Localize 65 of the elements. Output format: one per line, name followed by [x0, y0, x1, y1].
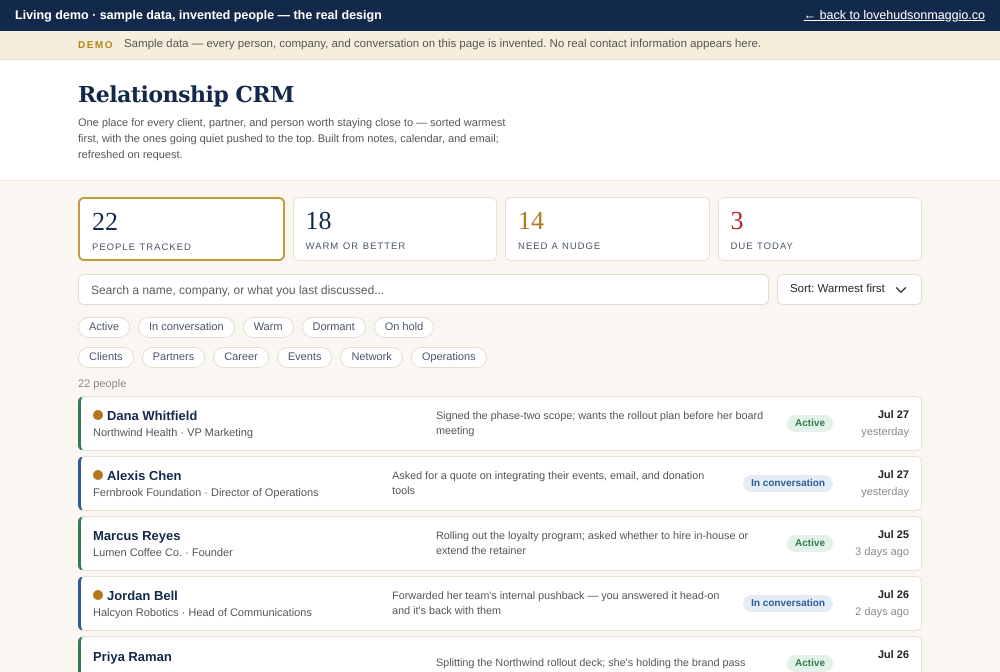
filter-chip[interactable]: Partners	[142, 347, 206, 368]
page-title: Relationship CRM	[78, 82, 296, 108]
stat-card[interactable]: 22 PEOPLE TRACKED	[78, 197, 284, 262]
filter-chip[interactable]: Career	[213, 347, 269, 368]
person-row[interactable]: Alexis Chen Fernbrook Foundation · Director of Operations Asked for a quote on integrating their events, email, and donation tools In conversation Jul 27 yesterday	[78, 456, 922, 512]
filter-chip[interactable]: Operations	[410, 347, 487, 368]
top-bar-title: Living demo · sample data, invented people — the real design	[15, 7, 382, 24]
filter-chip[interactable]: On hold	[374, 317, 434, 338]
stat-value: 18	[306, 208, 332, 234]
stat-label: WARM OR BETTER	[306, 240, 408, 254]
stat-label: DUE TODAY	[730, 240, 795, 254]
filter-chip[interactable]: Dormant	[302, 317, 366, 338]
filter-chip[interactable]: Events	[276, 347, 332, 368]
person-row[interactable]: Jordan Bell Halcyon Robotics · Head of Communications Forwarded her team's internal pushback — you answered it head-on and it's back with them In conversation Jul 26 2 days ago	[78, 576, 922, 632]
search-field[interactable]: Search a name, company, or what you last discussed...	[78, 274, 769, 306]
filter-chip[interactable]: Warm	[242, 317, 294, 338]
stat-label: PEOPLE TRACKED	[92, 241, 193, 256]
last-note: Signed the phase-two scope; wants the rollout plan before her board meeting	[436, 408, 764, 439]
person-row[interactable]: Marcus Reyes Lumen Coffee Co. · Founder Rolling out the loyalty program; asked whether to hire in-house or extend the retainer Active Jul 25 3 days ago	[78, 516, 922, 572]
person-name: Priya Raman	[93, 648, 172, 666]
contact-date: Jul 26	[876, 648, 909, 663]
contact-date: Jul 27	[876, 408, 909, 424]
stat-value: 22	[92, 209, 119, 236]
last-note: Asked for a quote on integrating their events, email, and donation tools	[392, 468, 706, 499]
stat-card[interactable]: 3 DUE TODAY	[718, 197, 922, 262]
person-name: Alexis Chen	[107, 466, 182, 485]
contact-ago: yesterday	[860, 484, 909, 500]
status-badge: Active	[786, 535, 833, 552]
last-note: Splitting the Northwind rollout deck; she's holding the brand pass	[436, 656, 746, 672]
last-note: Forwarded her team's internal pushback — you answered it head-on and it's back with them	[392, 588, 720, 619]
contact-date: Jul 25	[876, 528, 909, 544]
person-subtitle: Northwind Health · VP Marketing	[93, 426, 254, 442]
filter-chip[interactable]: Clients	[78, 347, 134, 368]
contact-ago: 2 days ago	[854, 604, 909, 620]
sort-select[interactable]: Sort: Warmest first	[777, 274, 922, 306]
filter-chip[interactable]: Active	[78, 317, 130, 338]
contact-date: Jul 26	[876, 588, 909, 604]
stat-card[interactable]: 18 WARM OR BETTER	[292, 197, 497, 262]
filter-chip[interactable]: In conversation	[138, 317, 235, 338]
contact-ago: 3 days ago	[854, 544, 909, 560]
person-subtitle: Fernbrook Foundation · Director of Operations	[93, 486, 320, 502]
stat-card[interactable]: 14 NEED A NUDGE	[505, 197, 710, 262]
status-badge: In conversation	[743, 595, 833, 612]
person-subtitle: Lumen Coffee Co. · Founder	[93, 546, 234, 562]
stat-value: 3	[730, 208, 744, 234]
status-badge: Active	[786, 415, 833, 432]
back-link[interactable]: ← back to lovehudsonmaggio.co	[804, 6, 985, 25]
page-description: One place for every client, partner, and person worth staying close to — sorted warmest first, with the ones going quiet pushed to the top. Built from notes, calendar, and email; refreshed on request.	[78, 116, 506, 164]
notice-text: Sample data — every person, company, and conversation on this page is invented. No real contact information appears here.	[124, 37, 762, 52]
person-row[interactable]: Priya Raman Splitting the Northwind rollout deck; she's holding the brand pass Active Jul 26	[78, 636, 922, 672]
status-badge: In conversation	[743, 475, 833, 492]
person-subtitle: Halcyon Robotics · Head of Communications	[93, 606, 313, 622]
demo-tag: DEMO	[78, 38, 114, 52]
contact-ago: yesterday	[860, 424, 909, 440]
contact-date: Jul 27	[876, 468, 909, 484]
people-count: 22 people	[78, 377, 128, 392]
person-name: Marcus Reyes	[93, 526, 180, 545]
last-note: Rolling out the loyalty program; asked whether to hire in-house or extend the retainer	[436, 528, 750, 559]
person-name: Dana Whitfield	[107, 406, 198, 425]
stat-value: 14	[518, 208, 545, 234]
filter-chip[interactable]: Network	[340, 347, 403, 368]
person-row[interactable]: Dana Whitfield Northwind Health · VP Marketing Signed the phase-two scope; wants the rollout plan before her board meeting Active Jul 27 yesterday	[78, 396, 922, 452]
stat-label: NEED A NUDGE	[518, 240, 602, 254]
person-name: Jordan Bell	[107, 586, 178, 605]
status-badge: Active	[786, 655, 833, 672]
